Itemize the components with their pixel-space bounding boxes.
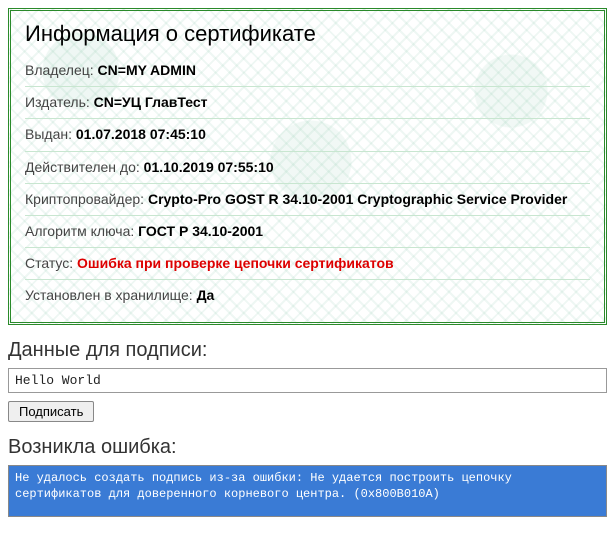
valid-to-label: Действителен до:: [25, 159, 144, 175]
installed-label: Установлен в хранилище:: [25, 287, 197, 303]
error-heading: Возникла ошибка:: [8, 436, 607, 459]
status-value: Ошибка при проверке цепочки сертификатов: [77, 255, 394, 271]
provider-label: Криптопровайдер:: [25, 191, 148, 207]
status-field: Статус: Ошибка при проверке цепочки серт…: [25, 248, 590, 280]
algo-value: ГОСТ Р 34.10-2001: [138, 223, 263, 239]
issued-field: Выдан: 01.07.2018 07:45:10: [25, 119, 590, 151]
sign-data-heading: Данные для подписи:: [8, 339, 607, 362]
sign-data-input[interactable]: [8, 368, 607, 393]
installed-field: Установлен в хранилище: Да: [25, 280, 590, 311]
algo-field: Алгоритм ключа: ГОСТ Р 34.10-2001: [25, 216, 590, 248]
issuer-value: CN=УЦ ГлавТест: [94, 94, 208, 110]
owner-value: CN=MY ADMIN: [98, 62, 196, 78]
provider-field: Криптопровайдер: Crypto-Pro GOST R 34.10…: [25, 184, 590, 216]
installed-value: Да: [197, 287, 215, 303]
issuer-label: Издатель:: [25, 94, 94, 110]
issued-value: 01.07.2018 07:45:10: [76, 126, 206, 142]
issued-label: Выдан:: [25, 126, 76, 142]
certificate-info-panel: Информация о сертификате Владелец: CN=MY…: [8, 8, 607, 325]
sign-button[interactable]: Подписать: [8, 401, 94, 422]
certificate-title: Информация о сертификате: [25, 21, 590, 47]
error-output[interactable]: Не удалось создать подпись из-за ошибки:…: [8, 465, 607, 517]
provider-value: Crypto-Pro GOST R 34.10-2001 Cryptograph…: [148, 191, 567, 207]
error-message-text: Не удалось создать подпись из-за ошибки:…: [15, 471, 512, 501]
owner-field: Владелец: CN=MY ADMIN: [25, 55, 590, 87]
owner-label: Владелец:: [25, 62, 98, 78]
valid-to-value: 01.10.2019 07:55:10: [144, 159, 274, 175]
issuer-field: Издатель: CN=УЦ ГлавТест: [25, 87, 590, 119]
valid-to-field: Действителен до: 01.10.2019 07:55:10: [25, 152, 590, 184]
algo-label: Алгоритм ключа:: [25, 223, 138, 239]
status-label: Статус:: [25, 255, 77, 271]
